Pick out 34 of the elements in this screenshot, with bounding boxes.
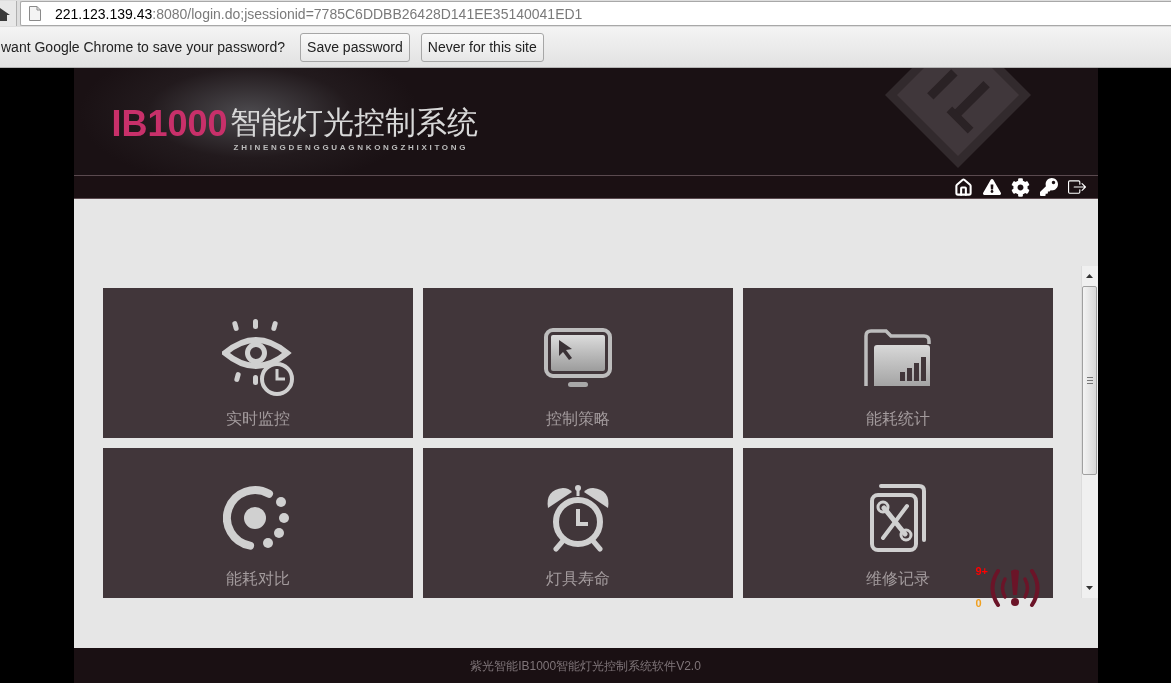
scroll-up-icon[interactable] [1086, 274, 1093, 278]
scroll-down-icon[interactable] [1086, 586, 1093, 590]
alarm-counter: 9+ [975, 565, 989, 577]
scrollbar-thumb[interactable] [1082, 286, 1097, 475]
folder-chart-icon [863, 328, 932, 388]
eye-clock-icon [221, 319, 294, 397]
scrollbar[interactable] [1080, 266, 1098, 598]
logo-mark: IB1000 [111, 104, 228, 144]
wrench-screwdriver-icon [868, 483, 927, 553]
menu-tile[interactable]: 控制策略 [422, 288, 733, 438]
warning-icon[interactable] [982, 178, 1001, 196]
alarm-icon[interactable] [989, 568, 1042, 608]
page-icon [29, 6, 41, 21]
save-password-prompt: want Google Chrome to save your password? [0, 37, 286, 57]
emblem-icon [884, 68, 1031, 168]
address-bar[interactable]: 221.123.139.43:8080/login.do;jsessionid=7785C6DDBB26428D141EE35140041ED1 [20, 1, 1171, 26]
menu-tile[interactable]: 能耗统计 [742, 288, 1053, 438]
menu-tile[interactable]: 能耗对比 [102, 448, 413, 598]
footer-text: 紫光智能IB1000智能灯光控制系统软件V2.0 [470, 657, 701, 675]
menu-tile[interactable]: 灯具寿命 [422, 448, 733, 598]
never-save-button[interactable]: Never for this site [420, 32, 544, 62]
settings-icon[interactable] [1010, 177, 1030, 197]
home-icon [0, 6, 10, 21]
alarm-counter: 0 [975, 597, 983, 609]
url-text: 221.123.139.43:8080/login.do;jsessionid=7785C6DDBB26428D141EE35140041ED1 [55, 4, 583, 23]
logout-icon[interactable] [1067, 178, 1086, 196]
home-button[interactable] [0, 1, 17, 26]
monitor-cursor-icon [543, 328, 612, 388]
key-icon[interactable] [1039, 178, 1058, 196]
save-password-button[interactable]: Save password [300, 32, 410, 62]
home-icon[interactable] [953, 177, 973, 197]
menu-tile[interactable]: 实时监控 [102, 288, 413, 438]
logo-title: 智能灯光控制系统 [229, 104, 478, 142]
logo-subtitle: ZHINENGDENGGUAGNKONGZHIXITONG [233, 143, 469, 153]
